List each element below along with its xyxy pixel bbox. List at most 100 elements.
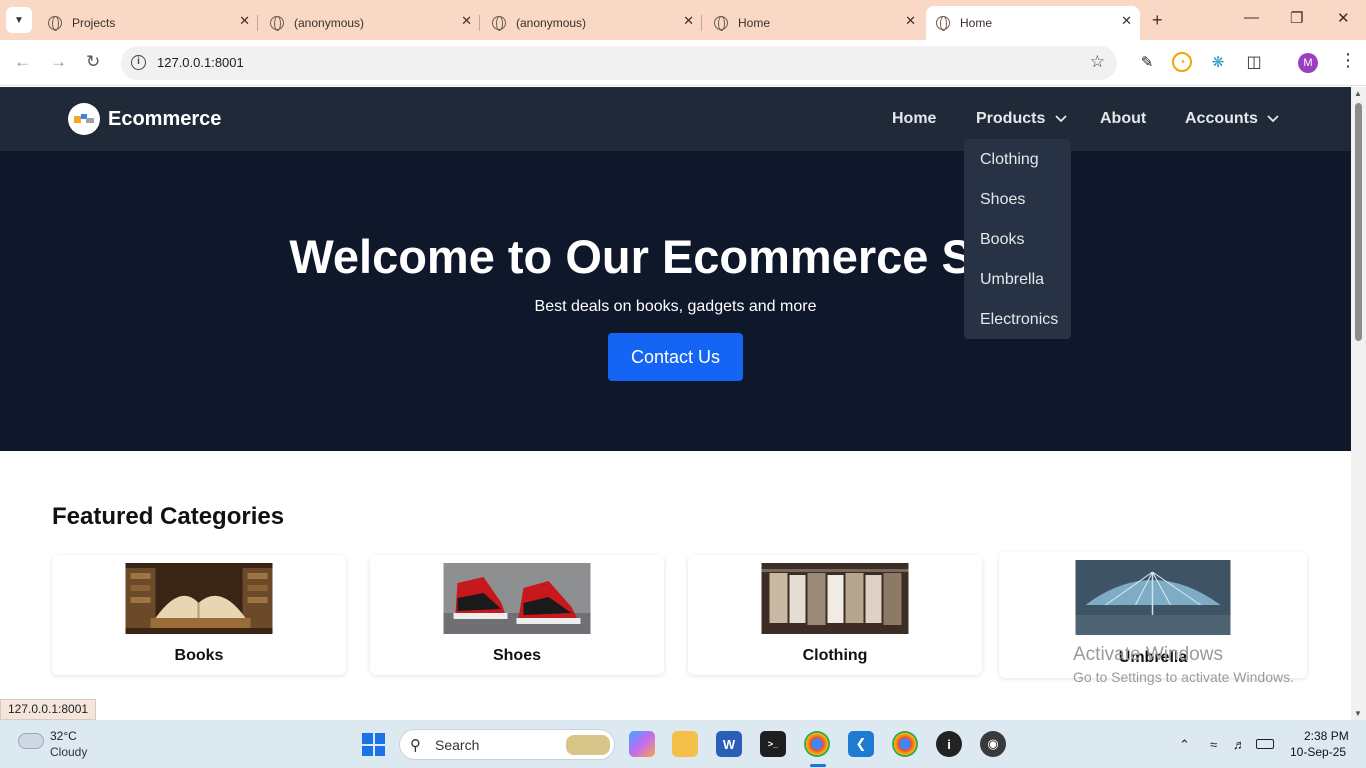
site-info-icon[interactable]: i	[131, 55, 146, 70]
battery-icon[interactable]	[1256, 739, 1274, 749]
bookmark-star-icon[interactable]: ☆	[1090, 52, 1105, 72]
tab-title: (anonymous)	[516, 16, 587, 30]
taskbar-search[interactable]: ⚲ Search	[399, 729, 615, 760]
speed-extension-icon[interactable]: ◔	[1172, 52, 1192, 72]
windows-start-icon[interactable]	[362, 733, 385, 756]
react-extension-icon[interactable]: ❋	[1208, 52, 1228, 72]
search-highlight-icon	[566, 735, 610, 755]
app-icon[interactable]: i	[936, 731, 962, 757]
minimize-icon[interactable]: —	[1244, 9, 1259, 26]
tab-anonymous-2[interactable]: (anonymous) ✕	[482, 6, 702, 40]
eyedropper-extension-icon[interactable]: ✎	[1137, 52, 1157, 72]
chevron-down-icon: ▼	[14, 14, 24, 26]
file-explorer-icon[interactable]	[672, 731, 698, 757]
featured-categories-heading: Featured Categories	[52, 503, 285, 530]
globe-icon	[270, 16, 284, 31]
logo-icon	[74, 114, 94, 123]
category-label: Clothing	[802, 647, 868, 664]
contact-us-button[interactable]: Contact Us	[608, 333, 743, 381]
tab-title: Home	[960, 16, 993, 30]
globe-icon	[48, 16, 62, 31]
clothing-image	[761, 563, 909, 634]
nav-about[interactable]: About	[1100, 110, 1146, 128]
tab-projects[interactable]: Projects ✕	[38, 6, 258, 40]
close-tab-icon[interactable]: ✕	[239, 13, 250, 29]
obs-icon[interactable]: ◉	[980, 731, 1006, 757]
dropdown-item-electronics[interactable]: Electronics	[980, 311, 1058, 329]
close-window-icon[interactable]: ✕	[1337, 9, 1350, 27]
close-tab-icon[interactable]: ✕	[461, 13, 472, 29]
wifi-icon[interactable]: ≈	[1210, 737, 1217, 752]
active-app-indicator	[810, 764, 826, 767]
category-card-shoes[interactable]: Shoes	[370, 555, 664, 675]
globe-icon	[714, 16, 728, 31]
cloud-icon[interactable]	[18, 733, 44, 749]
forward-icon[interactable]: →	[50, 52, 67, 72]
browser-tab-strip: ▼ Projects ✕ (anonymous) ✕ (anonymous) ✕…	[0, 0, 1366, 40]
browser-menu-icon[interactable]: ⋮	[1339, 50, 1357, 71]
search-icon: ⚲	[410, 737, 421, 754]
tab-anonymous-1[interactable]: (anonymous) ✕	[260, 6, 480, 40]
category-card-books[interactable]: Books	[52, 555, 346, 675]
products-dropdown-menu: Clothing Shoes Books Umbrella Electronic…	[964, 139, 1071, 339]
address-bar[interactable]: i 127.0.0.1:8001 ☆	[121, 46, 1117, 80]
chevron-down-icon	[1055, 115, 1067, 123]
chrome-profile-j-icon[interactable]	[892, 731, 918, 757]
page-scrollbar[interactable]: ▲ ▼	[1351, 87, 1366, 720]
tab-home-active[interactable]: Home ✕	[926, 6, 1140, 40]
restore-icon[interactable]: ❐	[1290, 9, 1303, 27]
weather-condition[interactable]: Cloudy	[50, 745, 87, 759]
umbrella-image	[1075, 560, 1231, 635]
dropdown-item-clothing[interactable]: Clothing	[980, 151, 1039, 169]
copilot-icon[interactable]	[629, 731, 655, 757]
close-tab-icon[interactable]: ✕	[1121, 13, 1132, 29]
site-navbar: Ecommerce Home Products About Accounts	[0, 87, 1351, 151]
shoes-image	[443, 563, 591, 634]
page-viewport: Ecommerce Home Products About Accounts W…	[0, 87, 1351, 720]
category-card-clothing[interactable]: Clothing	[688, 555, 982, 675]
books-image	[125, 563, 273, 634]
dropdown-item-umbrella[interactable]: Umbrella	[980, 271, 1044, 289]
dropdown-item-books[interactable]: Books	[980, 231, 1024, 249]
site-logo[interactable]	[68, 103, 100, 135]
scroll-up-icon[interactable]: ▲	[1354, 89, 1362, 98]
extensions-puzzle-icon[interactable]: ◫	[1244, 52, 1264, 72]
chevron-down-icon	[1267, 115, 1279, 123]
close-tab-icon[interactable]: ✕	[905, 13, 916, 29]
tab-title: Projects	[72, 16, 116, 30]
hero-section: Welcome to Our Ecommerce Store Best deal…	[0, 151, 1351, 451]
globe-icon	[936, 16, 950, 31]
activate-windows-title: Activate Windows	[1073, 644, 1223, 665]
search-label: Search	[435, 737, 480, 753]
close-tab-icon[interactable]: ✕	[683, 13, 694, 29]
tab-search-button[interactable]: ▼	[6, 7, 32, 33]
tab-title: Home	[738, 16, 771, 30]
clock-date[interactable]: 10-Sep-25	[1290, 745, 1346, 759]
hero-subtitle: Best deals on books, gadgets and more	[534, 298, 817, 315]
word-icon[interactable]: W	[716, 731, 742, 757]
profile-avatar[interactable]: M	[1298, 53, 1318, 73]
tab-home-1[interactable]: Home ✕	[704, 6, 924, 40]
url-text[interactable]: 127.0.0.1:8001	[157, 55, 244, 70]
new-tab-icon[interactable]: +	[1152, 10, 1163, 31]
site-brand[interactable]: Ecommerce	[108, 108, 221, 131]
nav-products-label: Products	[976, 110, 1046, 127]
nav-accounts[interactable]: Accounts	[1185, 110, 1279, 128]
chevron-up-icon[interactable]: ⌃	[1179, 737, 1190, 753]
dropdown-item-shoes[interactable]: Shoes	[980, 191, 1025, 209]
nav-products[interactable]: Products	[976, 110, 1067, 128]
reload-icon[interactable]: ↻	[86, 52, 100, 72]
terminal-icon[interactable]: >_	[760, 731, 786, 757]
category-label: Books	[174, 647, 224, 664]
nav-home[interactable]: Home	[892, 110, 936, 128]
back-icon[interactable]: ←	[14, 52, 31, 72]
vscode-icon[interactable]: ❮	[848, 731, 874, 757]
scrollbar-thumb[interactable]	[1355, 103, 1362, 341]
weather-temperature[interactable]: 32°C	[50, 729, 77, 743]
link-status-bubble: 127.0.0.1:8001	[0, 699, 97, 720]
clock-time[interactable]: 2:38 PM	[1304, 729, 1349, 743]
nav-accounts-label: Accounts	[1185, 110, 1258, 127]
volume-icon[interactable]: ♬	[1233, 737, 1246, 752]
scroll-down-icon[interactable]: ▼	[1354, 709, 1362, 718]
chrome-profile-m-icon[interactable]	[804, 731, 830, 757]
